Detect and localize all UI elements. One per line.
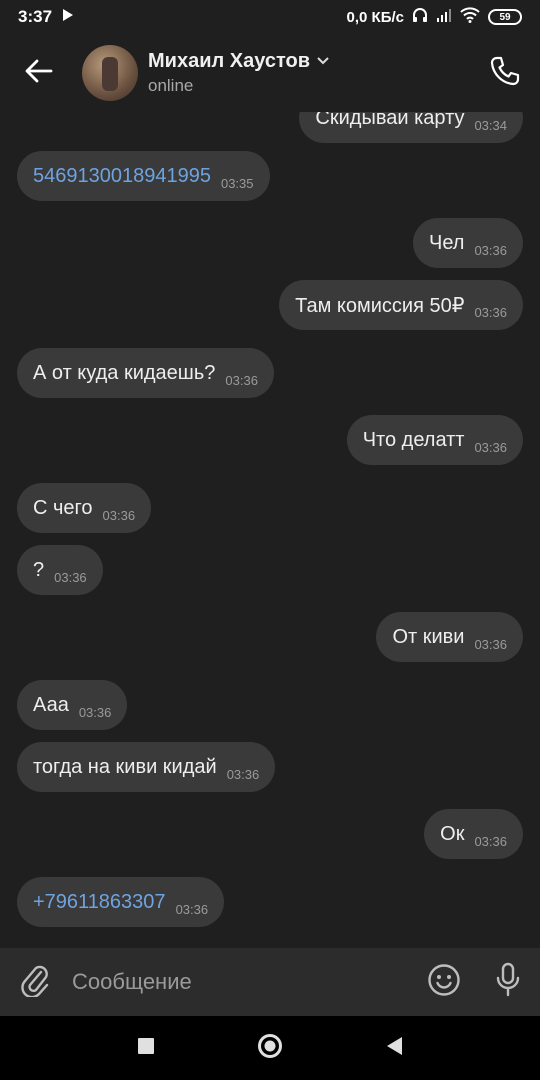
attach-button[interactable] [0, 948, 72, 1016]
back-nav-button[interactable] [374, 1028, 414, 1068]
message-text: тогда на киви кидай [33, 755, 217, 778]
contact-name: Михаил Хаустов [148, 50, 311, 72]
message-time: 03:36 [474, 636, 507, 652]
contact-info[interactable]: Михаил Хаустов online [148, 50, 330, 96]
play-icon [62, 7, 74, 27]
mic-button[interactable] [476, 948, 540, 1016]
message-input[interactable] [72, 969, 412, 995]
status-time: 3:37 [18, 7, 53, 26]
wifi-icon [460, 7, 480, 27]
chevron-down-icon [316, 53, 330, 71]
message-text[interactable]: +79611863307 [33, 891, 166, 914]
message-time: 03:34 [474, 117, 507, 133]
message-bubble[interactable]: Ааа 03:36 [17, 680, 128, 730]
emoji-icon [427, 963, 461, 1002]
circle-icon [257, 1033, 283, 1064]
message-bubble[interactable]: +79611863307 03:36 [17, 877, 225, 927]
message-bubble[interactable]: Ок 03:36 [424, 809, 523, 859]
contact-status: online [148, 76, 194, 95]
message-bubble[interactable]: С чего 03:36 [17, 483, 152, 533]
recents-button[interactable] [126, 1028, 166, 1068]
message-text: А от куда кидаешь? [33, 361, 216, 384]
microphone-icon [494, 962, 522, 1003]
message-time: 03:36 [474, 304, 507, 320]
phone-icon [489, 55, 521, 92]
message-text: Ок [440, 822, 465, 845]
back-button[interactable] [0, 34, 78, 112]
message-list[interactable]: Скидывай карту 03:34 5469130018941995 03… [0, 100, 540, 948]
message-text: Чел [428, 231, 465, 254]
message-bubble[interactable]: Чел 03:36 [412, 218, 523, 268]
message-time: 03:36 [78, 704, 112, 720]
chat-header: Михаил Хаустов online [0, 34, 540, 112]
message-text: От киви [392, 625, 465, 648]
home-button[interactable] [250, 1028, 290, 1068]
message-time: 03:36 [226, 766, 260, 782]
message-text: Там комиссия 50₽ [295, 294, 465, 317]
triangle-icon [385, 1036, 403, 1061]
message-time: 03:36 [175, 901, 209, 917]
message-bubble[interactable]: тогда на киви кидай 03:36 [17, 742, 276, 792]
message-time: 03:36 [54, 569, 87, 585]
message-time: 03:36 [225, 372, 258, 388]
back-arrow-icon [25, 59, 53, 88]
message-bubble[interactable]: ? 03:36 [17, 545, 103, 595]
emoji-button[interactable] [412, 948, 476, 1016]
call-button[interactable] [470, 34, 540, 112]
message-text: Что делатт [362, 428, 465, 451]
system-nav-bar [0, 1016, 540, 1080]
message-time: 03:36 [474, 242, 507, 258]
avatar[interactable] [82, 45, 138, 101]
message-composer [0, 948, 540, 1016]
message-time: 03:35 [220, 175, 254, 191]
battery-icon: 59 [488, 9, 522, 25]
message-text: С чего [33, 496, 93, 519]
message-text[interactable]: 5469130018941995 [33, 165, 211, 188]
message-text: ? [33, 558, 45, 581]
network-speed: 0,0 КБ/с [346, 8, 404, 26]
signal-icon [436, 7, 452, 27]
message-text: Ааа [33, 693, 69, 716]
message-bubble[interactable]: От киви 03:36 [376, 612, 523, 662]
status-bar: 3:37 0,0 КБ/с 59 [0, 0, 540, 34]
paperclip-icon [21, 963, 51, 1002]
message-bubble[interactable]: А от куда кидаешь? 03:36 [17, 348, 274, 398]
message-bubble[interactable]: Что делатт 03:36 [346, 415, 523, 465]
headphones-icon [412, 7, 428, 27]
message-time: 03:36 [474, 833, 507, 849]
message-bubble[interactable]: 5469130018941995 03:35 [17, 151, 270, 201]
message-bubble[interactable]: Там комиссия 50₽ 03:36 [279, 280, 523, 330]
message-time: 03:36 [102, 507, 136, 523]
message-time: 03:36 [474, 439, 507, 455]
square-icon [137, 1037, 155, 1060]
